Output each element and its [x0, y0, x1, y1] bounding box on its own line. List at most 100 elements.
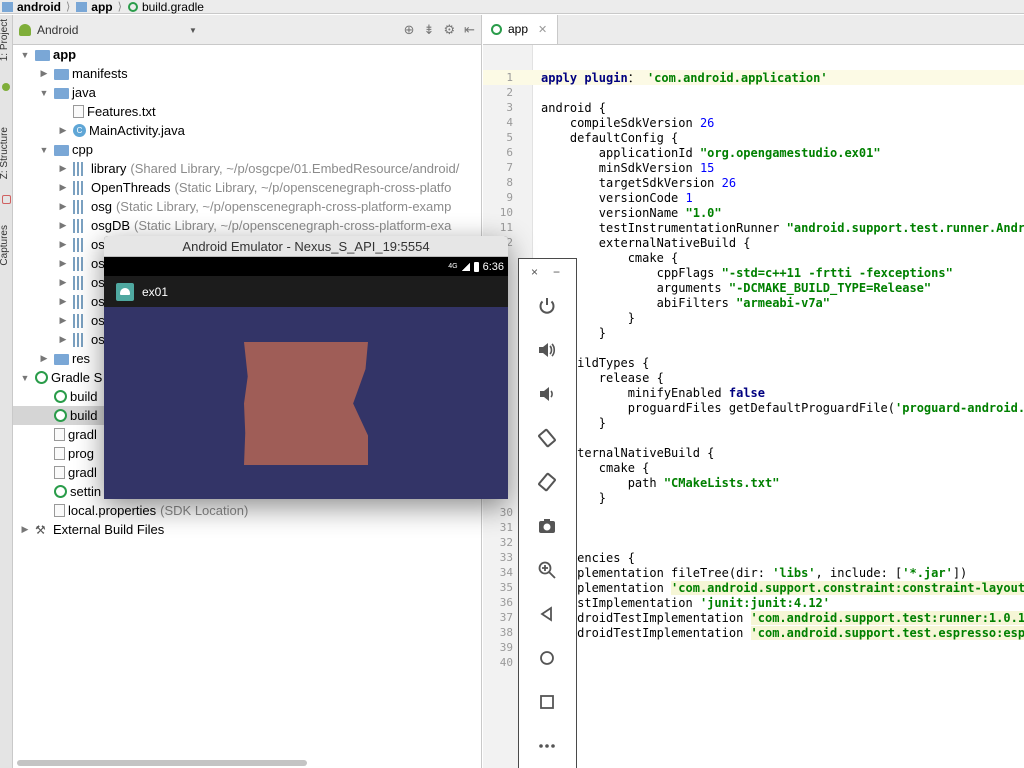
- hide-panel-icon[interactable]: ⇤: [464, 22, 475, 38]
- editor-tab-bar: app ✕: [483, 15, 1024, 45]
- expand-toggle-icon[interactable]: ▼: [38, 145, 50, 155]
- emulator-window[interactable]: Android Emulator - Nexus_S_API_19:5554 4…: [104, 236, 508, 499]
- chevron-down-icon: ▼: [189, 26, 197, 35]
- line-number: 38: [499, 626, 513, 639]
- tree-item-label: External Build Files: [53, 522, 165, 537]
- breadcrumb-item[interactable]: android ⟩: [0, 0, 74, 14]
- structure-tool-tab[interactable]: Z: Structure: [0, 127, 13, 179]
- code-text: versionName "1.0": [541, 205, 722, 220]
- tab-app[interactable]: app ✕: [483, 15, 559, 44]
- tree-item[interactable]: ▼ cpp: [13, 140, 481, 159]
- tree-item[interactable]: ▼ app: [13, 45, 481, 64]
- expand-toggle-icon[interactable]: ▶: [57, 220, 69, 231]
- volume-up-button[interactable]: [536, 339, 558, 361]
- file-icon: [54, 428, 65, 441]
- more-icon: [539, 744, 555, 748]
- collapse-icon[interactable]: ⇟: [424, 22, 435, 38]
- tree-item[interactable]: ▶ library (Shared Library, ~/p/osgcpe/01.E…: [13, 159, 481, 178]
- breadcrumb-item[interactable]: app ⟩: [74, 0, 126, 14]
- line-number: 1: [506, 71, 513, 84]
- folder-icon: [54, 87, 69, 99]
- app-action-bar: ex01: [104, 276, 508, 307]
- tree-item[interactable]: ▶ osg (Static Library, ~/p/openscenegraph-…: [13, 197, 481, 216]
- tree-item-label: res: [72, 351, 91, 366]
- rendered-shape: [244, 342, 368, 465]
- expand-toggle-icon[interactable]: ▶: [57, 315, 69, 326]
- gear-icon[interactable]: ⚙: [443, 22, 455, 38]
- captures-tool-tab[interactable]: Captures: [0, 225, 13, 266]
- expand-toggle-icon[interactable]: ▼: [19, 50, 31, 60]
- code-text: ndroidTestImplementation 'com.android.su…: [541, 610, 1024, 625]
- emulator-minimize-button[interactable]: −: [553, 265, 560, 279]
- library-icon: [73, 218, 88, 233]
- android-icon: [2, 83, 10, 91]
- expand-toggle-icon[interactable]: ▼: [19, 373, 31, 383]
- tree-item-note: (SDK Location): [160, 503, 249, 518]
- expand-toggle-icon[interactable]: ▶: [57, 163, 69, 174]
- screenshot-button[interactable]: [536, 515, 558, 537]
- tree-item[interactable]: ▶ ⚒ External Build Files: [13, 520, 481, 539]
- overview-button[interactable]: [536, 691, 558, 713]
- line-number: 34: [499, 566, 513, 579]
- tree-item-label: os: [91, 256, 105, 271]
- tree-item[interactable]: local.properties (SDK Location): [13, 501, 481, 520]
- locate-icon[interactable]: ⊕: [404, 22, 415, 38]
- tree-item[interactable]: ▶ C MainActivity.java: [13, 121, 481, 140]
- volume-down-button[interactable]: [536, 383, 558, 405]
- breadcrumb-item[interactable]: build.gradle: [126, 0, 208, 14]
- breadcrumb-label: build.gradle: [141, 0, 204, 14]
- horizontal-scrollbar[interactable]: [17, 760, 307, 766]
- emulator-close-button[interactable]: ×: [531, 265, 538, 279]
- line-number: 10: [499, 206, 513, 219]
- expand-toggle-icon[interactable]: ▶: [57, 258, 69, 269]
- rotate-right-button[interactable]: [536, 471, 558, 493]
- power-button[interactable]: [536, 295, 558, 317]
- more-button[interactable]: [536, 735, 558, 757]
- signal-icon: [461, 262, 470, 271]
- home-button[interactable]: [536, 647, 558, 669]
- expand-toggle-icon[interactable]: ▶: [57, 125, 69, 136]
- expand-toggle-icon[interactable]: ▶: [57, 182, 69, 193]
- android-icon: [19, 23, 31, 36]
- tree-item[interactable]: ▶ osgDB (Static Library, ~/p/openscenegrap…: [13, 216, 481, 235]
- back-button[interactable]: [536, 603, 558, 625]
- tree-item[interactable]: Features.txt: [13, 102, 481, 121]
- expand-toggle-icon[interactable]: ▶: [57, 334, 69, 345]
- rotate-left-button[interactable]: [536, 427, 558, 449]
- expand-toggle-icon[interactable]: ▼: [38, 88, 50, 98]
- tree-item-label: app: [53, 47, 77, 62]
- code-text: targetSdkVersion 26: [541, 175, 737, 190]
- expand-toggle-icon[interactable]: ▶: [57, 201, 69, 212]
- zoom-button[interactable]: [536, 559, 558, 581]
- tree-item[interactable]: ▶ manifests: [13, 64, 481, 83]
- expand-toggle-icon[interactable]: ▶: [38, 353, 50, 364]
- code-text: versionCode 1: [541, 190, 693, 205]
- structure-icon: [2, 195, 11, 204]
- project-tool-tab[interactable]: 1: Project: [0, 19, 13, 61]
- tree-item-label: cpp: [72, 142, 93, 157]
- code-text: arguments "-DCMAKE_BUILD_TYPE=Release": [541, 280, 932, 295]
- folder-icon: [2, 1, 13, 12]
- folder-icon: [54, 68, 69, 80]
- tree-item-label: build: [70, 408, 98, 423]
- tree-item[interactable]: ▼ java: [13, 83, 481, 102]
- line-number: 11: [499, 221, 513, 234]
- build-tool-icon: ⚒: [35, 522, 46, 537]
- project-view-selector[interactable]: Android ▼: [19, 23, 199, 37]
- expand-toggle-icon[interactable]: ▶: [57, 239, 69, 250]
- tree-item[interactable]: ▶ OpenThreads (Static Library, ~/p/opensce…: [13, 178, 481, 197]
- code-text: ndroidTestImplementation 'com.android.su…: [541, 625, 1024, 640]
- tree-item-note: (Static Library, ~/p/openscenegraph-cros…: [134, 218, 452, 233]
- expand-toggle-icon[interactable]: ▶: [57, 296, 69, 307]
- battery-icon: [473, 261, 479, 272]
- gradle-icon: [491, 23, 502, 35]
- close-icon[interactable]: ✕: [538, 23, 547, 36]
- breadcrumb-label: app: [91, 0, 113, 14]
- code-text: mplementation 'com.android.support.const…: [541, 580, 1024, 595]
- device-screen[interactable]: [104, 307, 508, 499]
- line-number: 4: [506, 116, 513, 129]
- expand-toggle-icon[interactable]: ▶: [57, 277, 69, 288]
- file-icon: [54, 504, 65, 517]
- expand-toggle-icon[interactable]: ▶: [38, 68, 50, 79]
- expand-toggle-icon[interactable]: ▶: [19, 524, 31, 535]
